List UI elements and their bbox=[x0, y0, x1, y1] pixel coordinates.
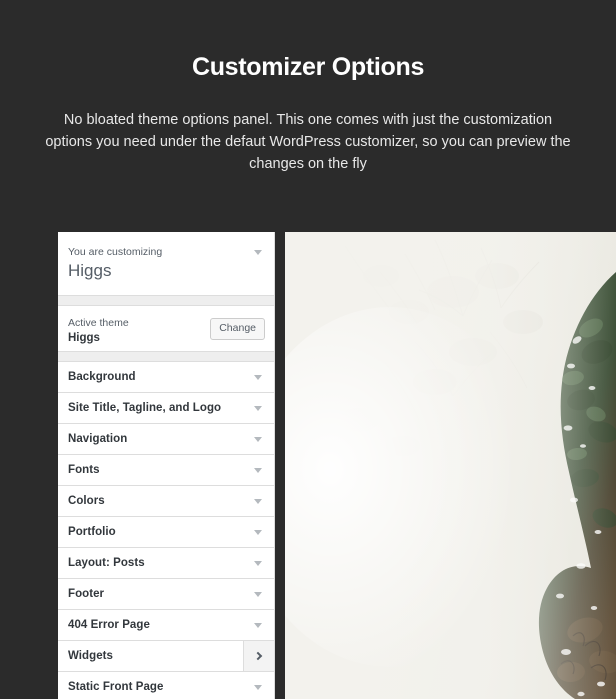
customizer-section-label: Fonts bbox=[68, 464, 100, 476]
caret-down-icon[interactable] bbox=[254, 468, 262, 473]
customizer-section-label: Static Front Page bbox=[68, 681, 164, 693]
caret-down-icon[interactable] bbox=[254, 250, 262, 255]
caret-down-icon[interactable] bbox=[254, 530, 262, 535]
customizer-section-static-front-page[interactable]: Static Front Page bbox=[58, 672, 274, 699]
customizer-section-background[interactable]: Background bbox=[58, 362, 274, 393]
customizer-section-footer[interactable]: Footer bbox=[58, 579, 274, 610]
customizer-section-colors[interactable]: Colors bbox=[58, 486, 274, 517]
customizing-label: You are customizing bbox=[68, 246, 163, 258]
customizer-section-label: 404 Error Page bbox=[68, 619, 150, 631]
customizer-section-label: Footer bbox=[68, 588, 105, 600]
caret-down-icon[interactable] bbox=[254, 375, 262, 380]
caret-down-icon[interactable] bbox=[254, 592, 262, 597]
caret-down-icon[interactable] bbox=[254, 561, 262, 566]
caret-down-icon[interactable] bbox=[254, 623, 262, 628]
page-title: Customizer Options bbox=[191, 53, 425, 81]
customizer-section-layout-posts[interactable]: Layout: Posts bbox=[58, 548, 274, 579]
customizer-section-widgets[interactable]: Widgets bbox=[58, 641, 274, 672]
change-theme-button[interactable]: Change bbox=[210, 318, 265, 340]
site-name: Higgs bbox=[68, 261, 112, 280]
caret-down-icon[interactable] bbox=[254, 406, 262, 411]
preview-photo bbox=[285, 232, 616, 699]
panel-divider-top bbox=[58, 295, 274, 306]
customizer-screenshot: You are customizing Higgs Active theme H… bbox=[0, 232, 616, 699]
customizer-section-label: Widgets bbox=[68, 650, 113, 662]
customizer-section-list: Background Site Title, Tagline, and Logo N… bbox=[58, 362, 274, 699]
caret-down-icon[interactable] bbox=[254, 499, 262, 504]
customizer-section-portfolio[interactable]: Portfolio bbox=[58, 517, 274, 548]
customizer-section-label: Colors bbox=[68, 495, 105, 507]
customizer-section-label: Portfolio bbox=[68, 526, 116, 538]
customizer-header[interactable]: You are customizing Higgs bbox=[58, 232, 274, 295]
customizer-section-label: Navigation bbox=[68, 433, 128, 445]
site-preview-pane[interactable] bbox=[285, 232, 616, 699]
caret-down-icon[interactable] bbox=[254, 437, 262, 442]
customizer-section-site-title-tagline-and-logo[interactable]: Site Title, Tagline, and Logo bbox=[58, 393, 274, 424]
hero-section: Customizer Options No bloated theme opti… bbox=[0, 0, 616, 175]
active-theme-section: Active theme Higgs Change bbox=[58, 306, 274, 351]
chevron-right-icon bbox=[253, 651, 263, 661]
customizer-section-label: Background bbox=[68, 371, 136, 383]
customizer-section-404-error-page[interactable]: 404 Error Page bbox=[58, 610, 274, 641]
caret-down-icon[interactable] bbox=[254, 685, 262, 690]
panel-divider-bottom bbox=[58, 351, 274, 362]
customizer-section-navigation[interactable]: Navigation bbox=[58, 424, 274, 455]
customizer-section-label: Site Title, Tagline, and Logo bbox=[68, 402, 222, 414]
page-subtitle: No bloated theme options panel. This one… bbox=[45, 112, 571, 172]
customizer-section-fonts[interactable]: Fonts bbox=[58, 455, 274, 486]
expand-section-button[interactable] bbox=[243, 641, 274, 671]
customizer-section-label: Layout: Posts bbox=[68, 557, 145, 569]
customizer-panel: You are customizing Higgs Active theme H… bbox=[58, 232, 275, 699]
